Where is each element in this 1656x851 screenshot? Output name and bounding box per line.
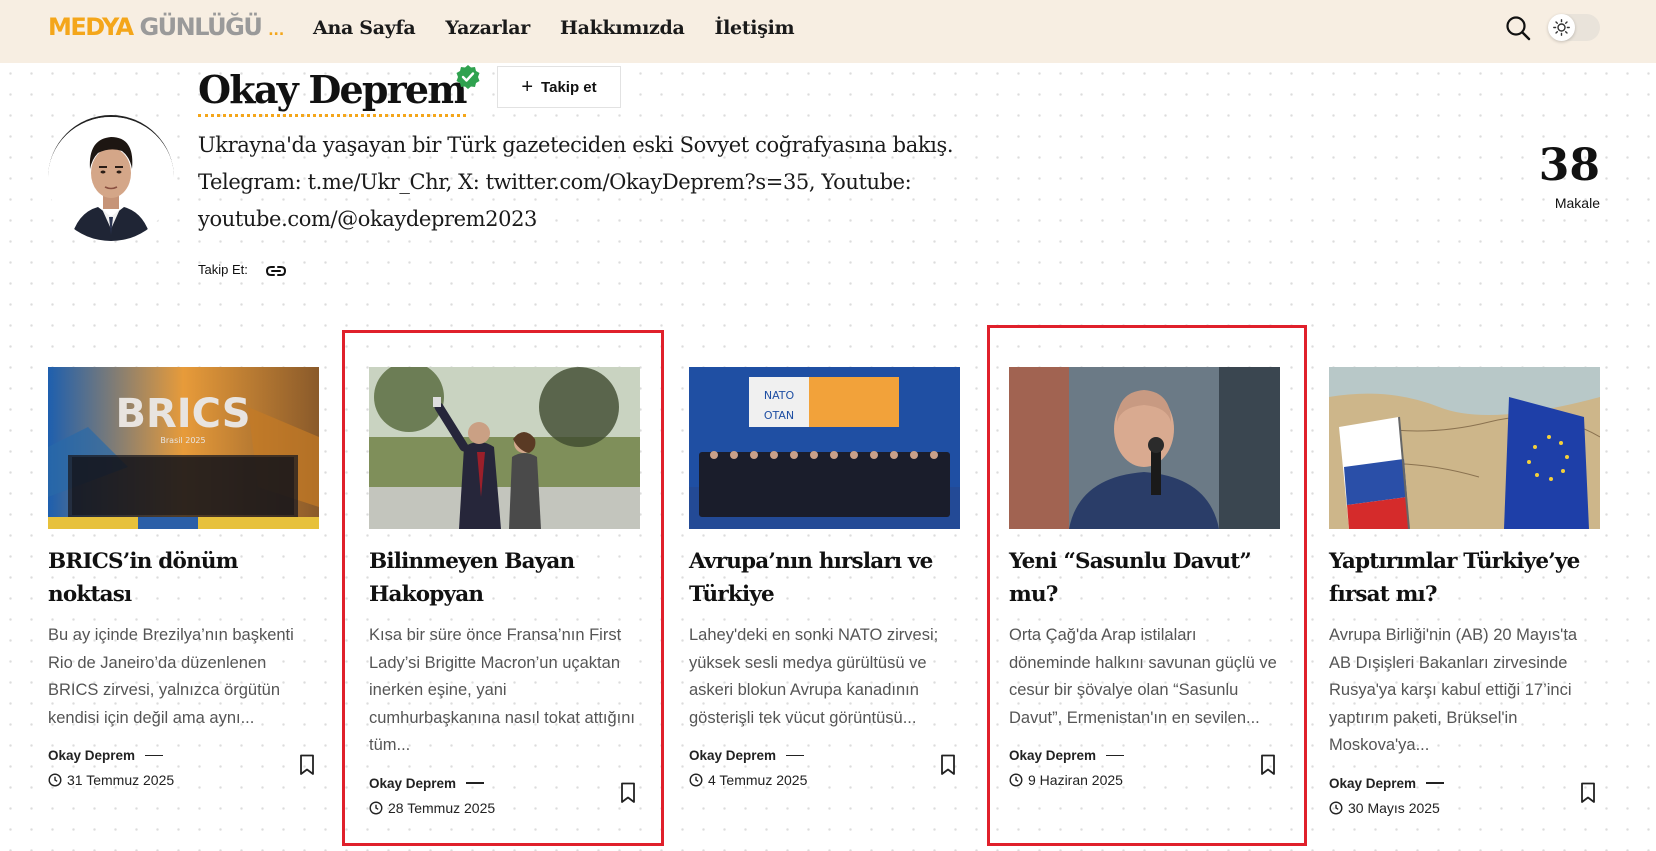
article-author[interactable]: Okay Deprem (1329, 776, 1600, 791)
article-meta: Okay Deprem 31 Temmuz 2025 (48, 748, 319, 788)
divider (786, 754, 805, 757)
article-author[interactable]: Okay Deprem (689, 748, 960, 763)
bookmark-icon[interactable] (1260, 754, 1276, 776)
nato-image-subtext: OTAN (764, 409, 794, 422)
article-date-text: 28 Temmuz 2025 (388, 799, 496, 816)
article-title[interactable]: Yeni “Sasunlu Davut” mu? (1009, 545, 1280, 611)
article-excerpt: Kısa bir süre önce Fransa’nın First Lady… (369, 626, 635, 754)
clock-icon (1009, 773, 1023, 787)
verified-badge-icon (456, 65, 480, 89)
divider (145, 754, 164, 757)
nav-home[interactable]: Ana Sayfa (313, 14, 416, 42)
article-author-name: Okay Deprem (369, 775, 457, 791)
article-author[interactable]: Okay Deprem (369, 776, 640, 791)
logo-dots: ... (268, 23, 285, 39)
article-date: 9 Haziran 2025 (1009, 772, 1280, 788)
brics-image-text: BRICS (115, 391, 250, 437)
article-excerpt: Lahey'deki en sonki NATO zirvesi; yüksek… (689, 626, 939, 727)
search-icon[interactable] (1505, 15, 1531, 41)
nato-image-text: NATO (764, 389, 795, 402)
nav-authors[interactable]: Yazarlar (445, 14, 530, 42)
divider (1106, 754, 1125, 757)
divider (466, 782, 485, 784)
article-author[interactable]: Okay Deprem (1009, 748, 1280, 763)
article-thumbnail[interactable] (369, 367, 640, 529)
article-date-text: 4 Temmuz 2025 (708, 772, 808, 788)
article-count: 38 (1538, 140, 1600, 191)
follow-button[interactable]: + Takip et (497, 66, 621, 108)
sun-icon (1548, 14, 1575, 41)
author-name: Okay Deprem (198, 66, 467, 117)
article-date: 4 Temmuz 2025 (689, 772, 960, 788)
clock-icon (369, 800, 383, 815)
bookmark-icon[interactable] (299, 754, 315, 776)
avatar (48, 115, 174, 241)
article-card[interactable]: NATO OTAN Avrupa’nın hırsları ve Türkiye… (689, 367, 960, 788)
bookmark-icon[interactable] (1580, 782, 1596, 804)
article-thumbnail[interactable] (1329, 367, 1600, 529)
article-author[interactable]: Okay Deprem (48, 748, 319, 763)
clock-icon (689, 773, 703, 787)
article-meta: Okay Deprem 28 Temmuz 2025 (369, 776, 640, 816)
article-thumbnail[interactable]: NATO OTAN (689, 367, 960, 529)
site-logo[interactable]: MEDYA GÜNLÜĞÜ ... (48, 12, 284, 46)
article-thumbnail[interactable] (1009, 367, 1280, 529)
article-meta: Okay Deprem 9 Haziran 2025 (1009, 748, 1280, 788)
article-date: 30 Mayıs 2025 (1329, 800, 1600, 816)
theme-toggle[interactable] (1548, 14, 1600, 41)
article-title[interactable]: Bilinmeyen Bayan Hakopyan (369, 545, 640, 611)
plus-icon: + (521, 76, 534, 98)
article-excerpt: Avrupa Birliği'nin (AB) 20 Mayıs'ta AB D… (1329, 626, 1578, 754)
article-meta: Okay Deprem 4 Temmuz 2025 (689, 748, 960, 788)
article-card[interactable]: Bilinmeyen Bayan Hakopyan Kısa bir süre … (369, 367, 640, 816)
bookmark-icon[interactable] (940, 754, 956, 776)
article-author-name: Okay Deprem (689, 748, 777, 763)
article-meta: Okay Deprem 30 Mayıs 2025 (1329, 776, 1600, 816)
divider (1426, 782, 1445, 784)
article-thumbnail[interactable]: BRICS Brasil 2025 (48, 367, 319, 529)
main-nav: Ana Sayfa Yazarlar Hakkımızda İletişim (313, 14, 795, 42)
bookmark-icon[interactable] (620, 782, 636, 804)
clock-icon (48, 773, 62, 787)
article-title[interactable]: Avrupa’nın hırsları ve Türkiye (689, 545, 960, 611)
follow-button-label: Takip et (541, 78, 597, 96)
link-icon[interactable] (265, 262, 287, 280)
article-card[interactable]: Yaptırımlar Türkiye’ye fırsat mı? Avrupa… (1329, 367, 1600, 816)
article-author-name: Okay Deprem (1329, 775, 1417, 791)
nav-contact[interactable]: İletişim (715, 14, 795, 42)
logo-text-medya: MEDYA (48, 13, 134, 41)
site-header: MEDYA GÜNLÜĞÜ ... Ana Sayfa Yazarlar Hak… (0, 0, 1656, 63)
article-title[interactable]: Yaptırımlar Türkiye’ye fırsat mı? (1329, 545, 1600, 611)
author-bio: Ukrayna'da yaşayan bir Türk gazeteciden … (198, 133, 954, 231)
article-card[interactable]: BRICS Brasil 2025 BRICS’in dönüm noktası… (48, 367, 319, 788)
article-author-name: Okay Deprem (1009, 748, 1097, 763)
follow-us-label: Takip Et: (198, 262, 248, 277)
nav-about[interactable]: Hakkımızda (560, 14, 685, 42)
logo-text-gunlugu: GÜNLÜĞÜ (139, 13, 262, 41)
article-count-label: Makale (1554, 195, 1600, 211)
brics-image-subtext: Brasil 2025 (160, 436, 205, 445)
article-excerpt: Orta Çağ'da Arap istilaları döneminde ha… (1009, 626, 1277, 727)
clock-icon (1329, 800, 1343, 815)
article-date-text: 30 Mayıs 2025 (1348, 799, 1440, 816)
article-date: 31 Temmuz 2025 (48, 772, 319, 788)
article-excerpt: Bu ay içinde Brezilya’nın başkenti Rio d… (48, 626, 294, 727)
article-author-name: Okay Deprem (48, 748, 136, 763)
article-date: 28 Temmuz 2025 (369, 800, 640, 816)
article-date-text: 9 Haziran 2025 (1028, 772, 1123, 788)
article-card[interactable]: Yeni “Sasunlu Davut” mu? Orta Çağ'da Ara… (1009, 367, 1280, 788)
article-date-text: 31 Temmuz 2025 (67, 772, 175, 788)
article-title[interactable]: BRICS’in dönüm noktası (48, 545, 319, 611)
